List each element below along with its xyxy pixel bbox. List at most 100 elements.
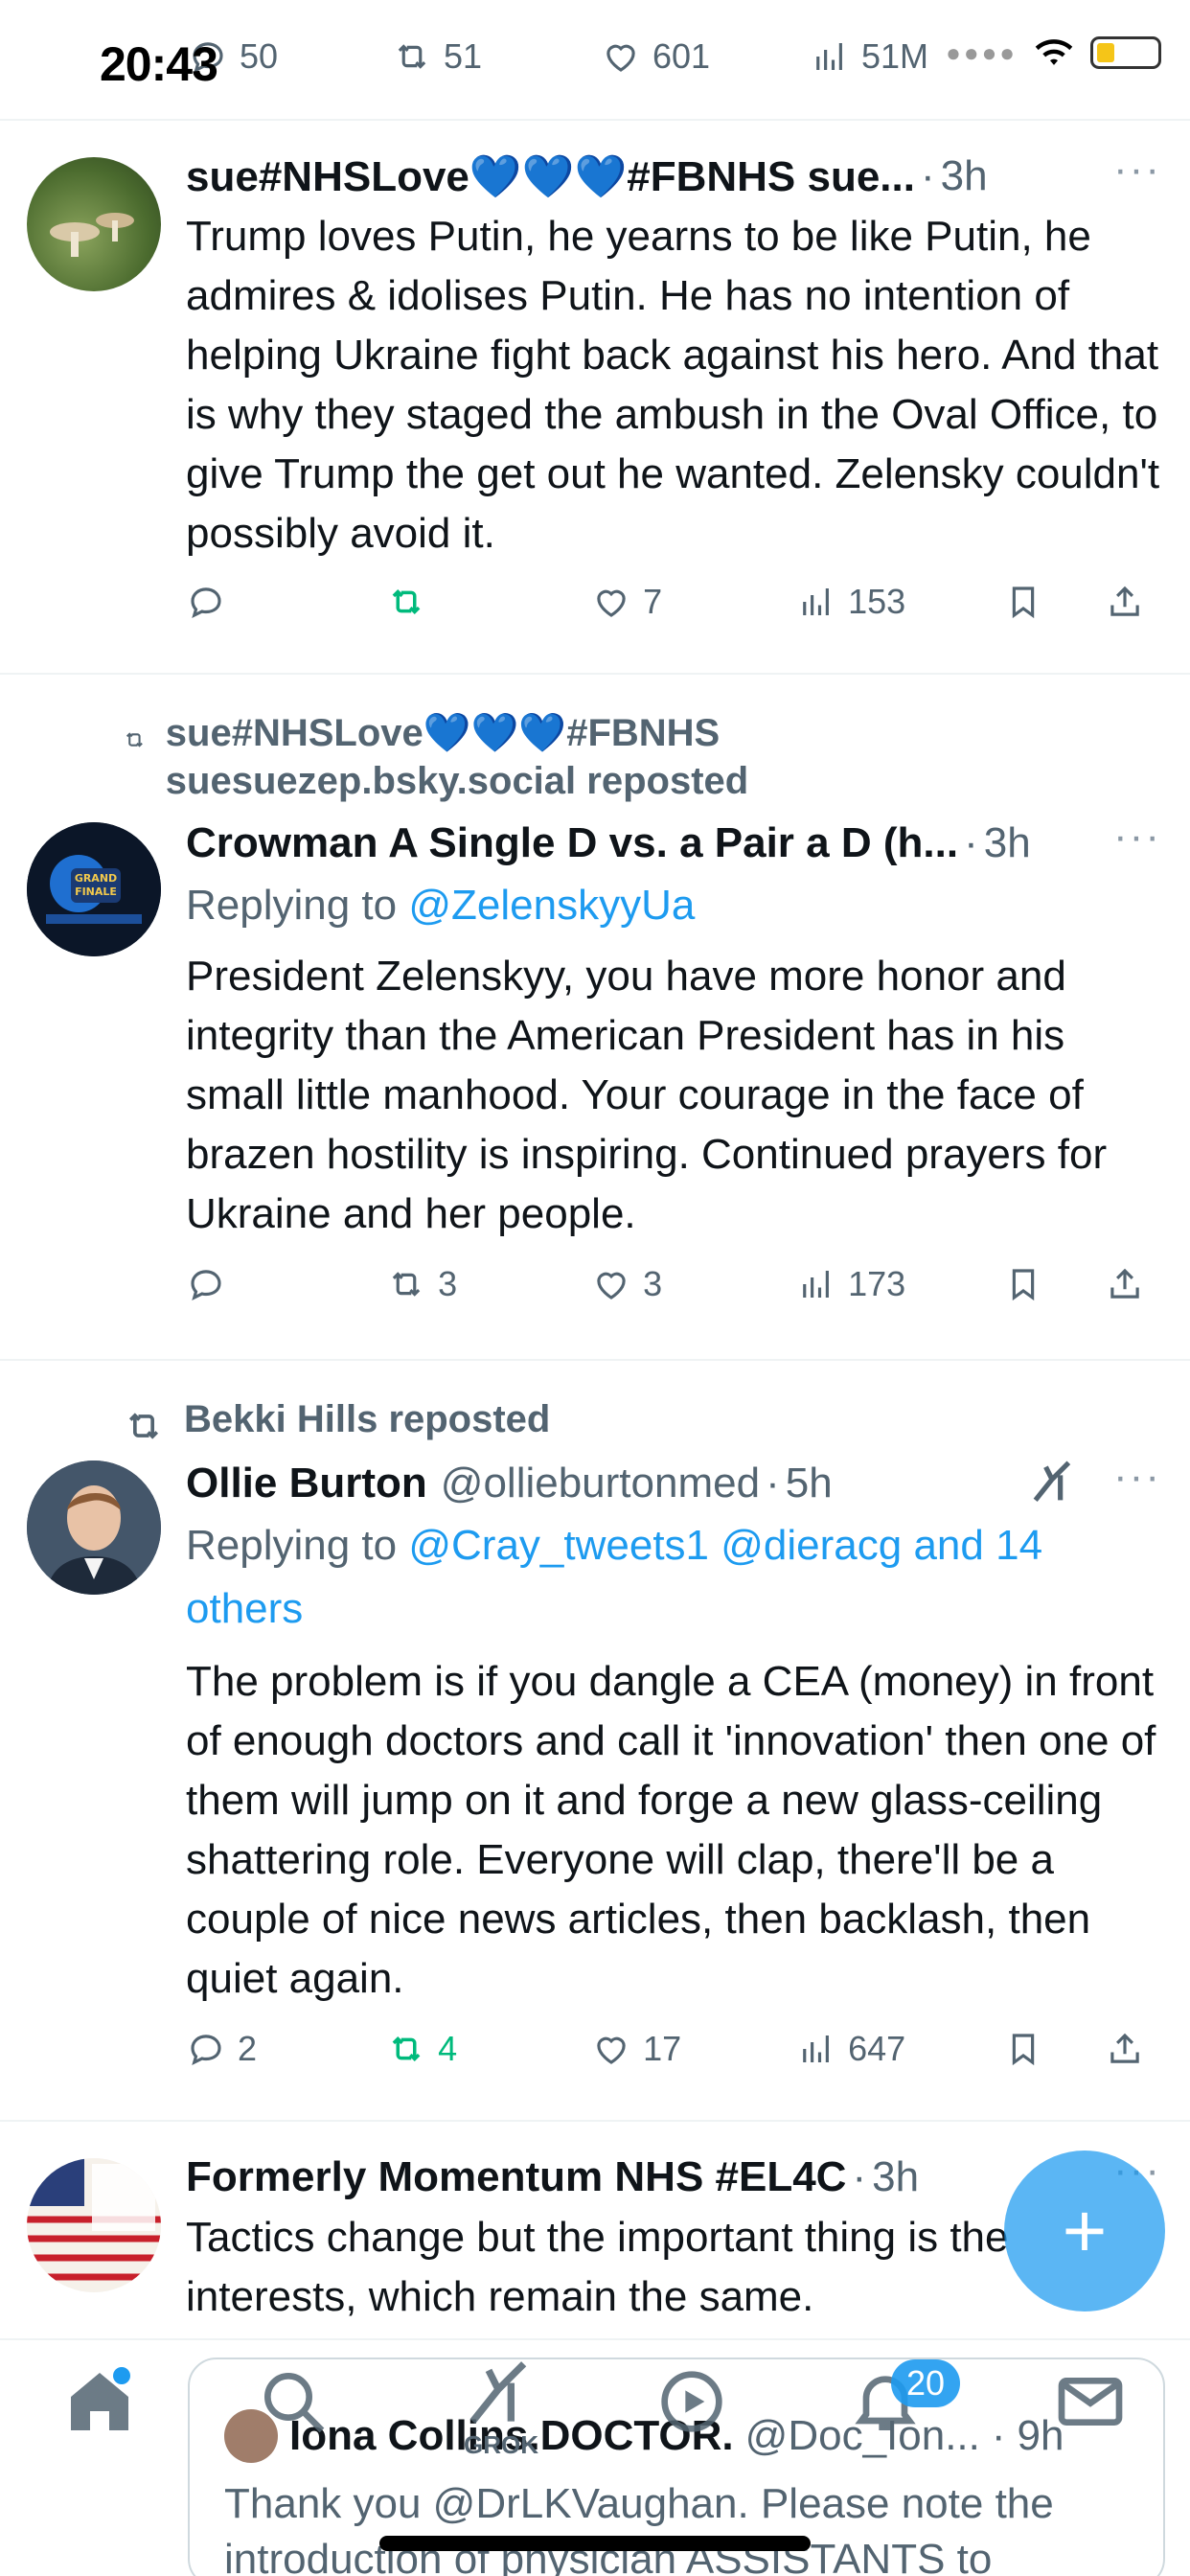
reply-icon [191, 2035, 221, 2065]
bookmark-icon [1012, 586, 1035, 619]
like-button[interactable]: 17 [591, 2029, 796, 2069]
post-time[interactable]: 3h [941, 152, 988, 200]
post-1[interactable]: sue#NHSLove💙💙💙#FBNHS sue... · 3h ··· Tru… [0, 123, 1190, 675]
avatar[interactable] [27, 2158, 161, 2292]
post-header: Crowman A Single D vs. a Pair a D (h... … [186, 813, 1161, 874]
repost-button[interactable] [386, 582, 591, 622]
like-button[interactable]: 601 [601, 36, 810, 77]
views-icon [803, 1271, 830, 1298]
post-text: The problem is if you dangle a CEA (mone… [186, 1658, 1156, 2002]
repost-icon [128, 1413, 159, 1439]
repost-icon [392, 2036, 421, 2061]
post-header: sue#NHSLove💙💙💙#FBNHS sue... · 3h ··· [186, 146, 1161, 207]
like-button[interactable]: 7 [591, 582, 796, 622]
views-button[interactable]: 173 [796, 1264, 1003, 1304]
repost-button[interactable]: 3 [386, 1264, 591, 1304]
post-actions: 3 3 173 [186, 1255, 1161, 1313]
compose-button[interactable]: + [1004, 2150, 1165, 2312]
bookmark-icon [1012, 1269, 1035, 1301]
more-icon[interactable]: ··· [1113, 1453, 1161, 1501]
post-time[interactable]: 3h [872, 2153, 919, 2201]
share-icon [1110, 2033, 1139, 2063]
post-text: President Zelenskyy, you have more honor… [186, 953, 1108, 1237]
search-icon [264, 2373, 325, 2433]
post-2[interactable]: sue#NHSLove💙💙💙#FBNHS suesuezep.bsky.soci… [0, 677, 1190, 1361]
avatar[interactable] [27, 1460, 161, 1595]
repost-by-label[interactable]: Bekki Hills reposted [184, 1395, 550, 1443]
avatar[interactable] [27, 157, 161, 291]
spaces-icon [661, 2371, 722, 2432]
post-time[interactable]: 3h [984, 819, 1031, 867]
bookmark-button[interactable] [1003, 582, 1105, 622]
post-actions: 2 4 17 647 [186, 2020, 1161, 2078]
author-handle[interactable]: @ollieburtonmed [441, 1460, 760, 1507]
grok-icon[interactable] [1027, 1457, 1077, 1510]
share-icon [1110, 1268, 1139, 1299]
repost-button[interactable]: 4 [386, 2029, 591, 2069]
messages-icon [1058, 2378, 1123, 2426]
views-button[interactable]: 647 [796, 2029, 1003, 2069]
replying-prefix: Replying to [186, 1522, 409, 1569]
views-button[interactable]: 153 [796, 582, 1003, 622]
more-icon[interactable]: ··· [1113, 813, 1161, 861]
reply-button[interactable]: 50 [188, 36, 392, 77]
share-button[interactable] [1105, 582, 1161, 622]
repost-icon [392, 589, 421, 614]
replying-to: Replying to @ZelenskyyUa [186, 874, 1161, 937]
top-bar: 50 51 601 51M 20:43 ●●●● [0, 0, 1190, 121]
like-button[interactable]: 3 [591, 1264, 796, 1304]
reply-button[interactable]: 2 [186, 2029, 386, 2069]
notifications-badge: 20 [891, 2359, 960, 2407]
post-time[interactable]: 5h [786, 1460, 833, 1507]
like-count: 17 [643, 2029, 682, 2068]
reply-icon [191, 1270, 221, 1300]
author-name[interactable]: Ollie Burton [186, 1460, 427, 1507]
like-icon [606, 44, 635, 72]
reply-button[interactable] [186, 582, 386, 622]
tab-grok[interactable] [460, 2358, 537, 2434]
avatar[interactable]: GRAND FINALE [27, 822, 161, 956]
replying-to: Replying to @Cray_tweets1 @dieracg and 1… [186, 1514, 1161, 1641]
repost-by-label[interactable]: sue#NHSLove💙💙💙#FBNHS suesuezep.bsky.soci… [166, 709, 812, 805]
view-count: 153 [848, 582, 906, 621]
repost-count: 3 [438, 1264, 458, 1303]
views-icon [803, 588, 830, 615]
author-name[interactable]: Crowman A Single D vs. a Pair a D (h... [186, 819, 958, 867]
like-count: 3 [643, 1264, 663, 1303]
more-icon[interactable]: ··· [1113, 146, 1161, 194]
svg-text:GRAND: GRAND [75, 872, 117, 885]
tab-spaces[interactable] [653, 2363, 730, 2440]
like-icon [597, 589, 626, 617]
svg-text:FINALE: FINALE [75, 886, 117, 898]
repost-count: 51 [444, 36, 483, 76]
share-icon [1110, 586, 1139, 616]
reply-button[interactable] [186, 1264, 386, 1304]
post-3[interactable]: Bekki Hills reposted Ollie Burton @ollie… [0, 1363, 1190, 2122]
author-name[interactable]: Formerly Momentum NHS #EL4C [186, 2153, 846, 2201]
share-button[interactable] [1105, 1264, 1161, 1304]
bookmark-button[interactable] [1003, 1264, 1105, 1304]
like-count: 601 [652, 36, 711, 76]
signal-icon: ●●●● [946, 37, 1018, 67]
bookmark-button[interactable] [1003, 2029, 1105, 2069]
repost-button[interactable]: 51 [392, 36, 601, 77]
repost-indicator: sue#NHSLove💙💙💙#FBNHS suesuezep.bsky.soci… [123, 709, 812, 805]
repost-indicator: Bekki Hills reposted [123, 1395, 550, 1447]
grok-icon [469, 2361, 527, 2424]
replying-prefix: Replying to [186, 882, 409, 929]
separator-dot: · [852, 2153, 867, 2200]
reply-count: 2 [238, 2029, 258, 2068]
repost-count: 4 [438, 2029, 458, 2068]
tab-messages[interactable] [1052, 2363, 1129, 2440]
separator-dot: · [766, 1460, 780, 1506]
like-icon [597, 1272, 626, 1300]
author-name[interactable]: sue#NHSLove💙💙💙#FBNHS sue... [186, 151, 915, 201]
like-count: 7 [643, 582, 663, 621]
replying-to-mention[interactable]: @ZelenskyyUa [408, 882, 695, 929]
share-button[interactable] [1105, 2029, 1161, 2069]
repost-icon [126, 732, 143, 748]
tab-search[interactable] [255, 2363, 332, 2440]
view-count: 51M [861, 36, 929, 76]
bookmark-icon [1012, 2034, 1035, 2066]
views-icon [816, 43, 842, 70]
